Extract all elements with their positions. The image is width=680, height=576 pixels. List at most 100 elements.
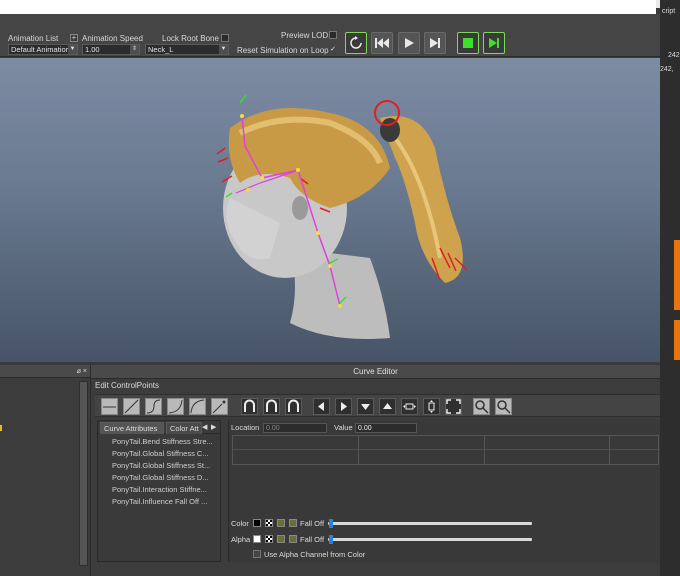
- side-orange-tab-2[interactable]: [674, 320, 680, 360]
- use-alpha-label: Use Alpha Channel from Color: [264, 550, 366, 559]
- color-falloff-handle[interactable]: [329, 519, 333, 528]
- animation-list-value: Default Animatior: [11, 45, 69, 54]
- root-bone-value: Neck_L: [148, 45, 174, 54]
- ease-curve-icon[interactable]: [145, 398, 162, 415]
- use-alpha-checkbox[interactable]: [253, 550, 261, 558]
- tab-color-attr[interactable]: Color Att: [166, 422, 202, 434]
- alpha-label: Alpha: [231, 535, 251, 544]
- loop-button[interactable]: [345, 32, 367, 54]
- curve-editor-menu[interactable]: Edit ControlPoints: [95, 381, 159, 390]
- lock-root-bone-checkbox[interactable]: [221, 34, 229, 42]
- list-item[interactable]: PonyTail.Interaction Stiffne...: [112, 485, 207, 494]
- fit-all-icon[interactable]: [445, 398, 462, 415]
- alpha-falloff-handle[interactable]: [329, 535, 333, 544]
- arrow-left-icon[interactable]: [313, 398, 330, 415]
- fit-vertical-icon[interactable]: [423, 398, 440, 415]
- location-label: Location: [231, 423, 260, 432]
- pin-close-icon[interactable]: ⌀ ×: [77, 367, 87, 375]
- animation-speed-label: Animation Speed: [82, 34, 143, 43]
- gradient-icon[interactable]: [277, 535, 285, 543]
- animation-toolbar: Animation List + Default Animatior ▼ Ani…: [0, 14, 660, 57]
- custom-curve-icon[interactable]: [211, 398, 228, 415]
- curve-grid[interactable]: [232, 435, 660, 465]
- curve-graph-area[interactable]: Location 0.00 Value 0.00 Color Fall Off …: [228, 420, 660, 562]
- left-scrollbar[interactable]: [79, 381, 88, 566]
- side-orange-tab[interactable]: [674, 240, 680, 310]
- alpha-falloff-slider[interactable]: [328, 538, 532, 541]
- grid-line: [609, 436, 610, 464]
- window-top-bar: [0, 0, 656, 14]
- play-green-icon: [489, 38, 499, 48]
- magnet-icon-3[interactable]: [285, 398, 302, 415]
- magnet-icon-2[interactable]: [263, 398, 280, 415]
- animation-list-select[interactable]: Default Animatior ▼: [8, 44, 78, 55]
- text-icon[interactable]: [289, 535, 297, 543]
- zoom-in-icon[interactable]: [473, 398, 490, 415]
- chevron-down-icon: ▼: [68, 45, 77, 54]
- grid-line: [233, 449, 660, 450]
- grid-line: [484, 436, 485, 464]
- animation-speed-input[interactable]: 1.00 ⇕: [82, 44, 140, 55]
- tab-scroll-right-icon[interactable]: ▶: [211, 423, 216, 431]
- color-label: Color: [231, 519, 249, 528]
- list-item[interactable]: PonyTail.Bend Stiffness Stre...: [112, 437, 213, 446]
- add-animation-icon[interactable]: +: [70, 34, 78, 42]
- ease-in-curve-icon[interactable]: [167, 398, 184, 415]
- gradient-icon[interactable]: [277, 519, 285, 527]
- color-falloff-slider[interactable]: [328, 522, 532, 525]
- reset-sim-label: Reset Simulation on Loop: [237, 46, 329, 55]
- loop-icon: [350, 36, 362, 49]
- list-item[interactable]: PonyTail.Global Stiffness C...: [112, 449, 209, 458]
- rewind-button[interactable]: [371, 32, 393, 54]
- text-icon[interactable]: [289, 519, 297, 527]
- location-input[interactable]: 0.00: [263, 423, 327, 433]
- record-play-button[interactable]: [483, 32, 505, 54]
- left-dock-header: ⌀ ×: [0, 365, 90, 378]
- curve-editor-title: Curve Editor: [91, 365, 660, 379]
- tab-scroll-left-icon[interactable]: ◀: [202, 423, 207, 431]
- zoom-out-icon[interactable]: [495, 398, 512, 415]
- step-forward-button[interactable]: [424, 32, 446, 54]
- color-swatch[interactable]: [253, 519, 261, 527]
- list-item[interactable]: PonyTail.Global Stiffness St...: [112, 461, 210, 470]
- checker-icon[interactable]: [265, 535, 273, 543]
- curve-tools-bar: [95, 394, 660, 417]
- list-item[interactable]: PonyTail.Global Stiffness D...: [112, 473, 209, 482]
- stop-button[interactable]: [457, 32, 479, 54]
- tab-curve-attributes[interactable]: Curve Attributes: [100, 422, 164, 434]
- preview-lod-checkbox[interactable]: [329, 31, 337, 39]
- alpha-falloff-label: Fall Off: [300, 535, 325, 544]
- right-side-panel: cript 242 242,: [660, 0, 680, 576]
- linear-curve-icon[interactable]: [123, 398, 140, 415]
- side-text-242: 242: [668, 52, 680, 59]
- stop-icon: [463, 38, 473, 48]
- play-icon: [405, 38, 414, 48]
- flat-curve-icon[interactable]: [101, 398, 118, 415]
- reset-sim-checkbox[interactable]: ✓: [329, 46, 337, 54]
- value-label: Value: [334, 423, 353, 432]
- value-input[interactable]: 0.00: [355, 423, 417, 433]
- checker-icon[interactable]: [265, 519, 273, 527]
- arrow-right-icon[interactable]: [335, 398, 352, 415]
- spin-arrows-icon[interactable]: ⇕: [130, 45, 139, 54]
- preview-lod-label: Preview LOD: [281, 31, 329, 40]
- alpha-swatch[interactable]: [253, 535, 261, 543]
- side-text-script: cript: [662, 8, 676, 15]
- fit-horizontal-icon[interactable]: [401, 398, 418, 415]
- play-button[interactable]: [398, 32, 420, 54]
- list-item[interactable]: PonyTail.Influence Fall Off ...: [112, 497, 207, 506]
- arrow-up-icon[interactable]: [379, 398, 396, 415]
- color-falloff-label: Fall Off: [300, 519, 325, 528]
- animation-speed-value: 1.00: [85, 45, 100, 54]
- ease-out-curve-icon[interactable]: [189, 398, 206, 415]
- root-bone-select[interactable]: Neck_L ▼: [145, 44, 229, 55]
- magnet-icon[interactable]: [241, 398, 258, 415]
- step-forward-icon: [430, 38, 440, 48]
- attribute-tabs: Curve Attributes Color Att ◀ ▶: [98, 421, 220, 434]
- arrow-down-icon[interactable]: [357, 398, 374, 415]
- left-marker: [0, 425, 2, 431]
- 3d-viewport[interactable]: [0, 58, 660, 362]
- curve-editor-panel: Curve Editor Edit ControlPoints Curve At…: [91, 365, 660, 576]
- animation-list-label: Animation List: [8, 34, 59, 43]
- side-text-242b: 242,: [660, 66, 674, 73]
